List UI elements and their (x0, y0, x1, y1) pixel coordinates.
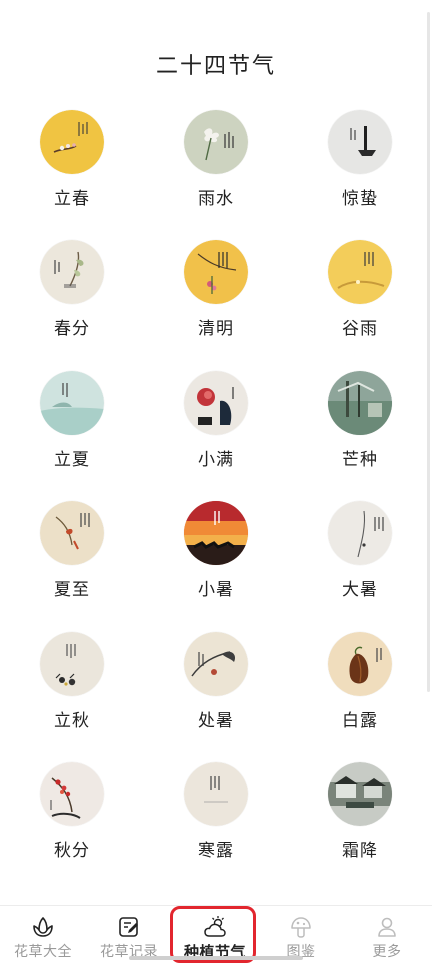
xiaoman-painting-icon (184, 371, 248, 435)
weather-cloud-icon (204, 916, 226, 937)
lixia-painting-icon (40, 371, 104, 435)
solar-term-label: 立夏 (54, 450, 90, 470)
shuangjiang-painting-icon (328, 762, 392, 826)
solar-term-label: 小满 (198, 450, 234, 470)
mushroom-icon (291, 917, 311, 938)
solar-term-label: 小暑 (198, 580, 234, 600)
guyu-painting-icon (328, 240, 392, 304)
solar-term-label: 寒露 (198, 841, 234, 861)
hanlu-painting-icon (184, 762, 248, 826)
lichun-painting-icon (40, 110, 104, 174)
solar-term-label: 芒种 (342, 450, 378, 470)
solar-term-item[interactable]: 寒露 (144, 762, 288, 893)
solar-term-label: 白露 (342, 711, 378, 731)
app-screen: 二十四节气 立春 雨水 惊蛰春分 清明 谷雨立夏 小满 芒种夏至 小暑 大暑立秋 处暑 白露秋分 寒露… (0, 0, 432, 964)
lixia-painting-icon (40, 371, 104, 435)
home-indicator[interactable] (129, 956, 303, 960)
dashu-painting-icon (328, 501, 392, 565)
chunfen-painting-icon (40, 240, 104, 304)
solar-term-item[interactable]: 霜降 (288, 762, 432, 893)
nav-label: 更多 (372, 944, 402, 960)
solar-term-item[interactable]: 清明 (144, 240, 288, 371)
solar-term-label: 春分 (54, 319, 90, 339)
solar-term-item[interactable]: 白露 (288, 632, 432, 763)
solar-term-item[interactable]: 谷雨 (288, 240, 432, 371)
dashu-painting-icon (328, 501, 392, 565)
hanlu-painting-icon (184, 762, 248, 826)
solar-term-label: 处暑 (198, 711, 234, 731)
solar-term-label: 霜降 (342, 841, 378, 861)
solar-term-label: 立春 (54, 189, 90, 209)
yushui-painting-icon (184, 110, 248, 174)
nav-item-more[interactable]: 更多 (344, 906, 430, 964)
lichun-painting-icon (40, 110, 104, 174)
liqiu-painting-icon (40, 632, 104, 696)
xiazhi-painting-icon (40, 501, 104, 565)
bailu-painting-icon (328, 632, 392, 696)
mangzhong-painting-icon (328, 371, 392, 435)
xiazhi-painting-icon (40, 501, 104, 565)
qingming-painting-icon (184, 240, 248, 304)
bailu-painting-icon (328, 632, 392, 696)
user-icon (378, 917, 396, 937)
solar-term-item[interactable]: 立夏 (0, 371, 144, 502)
nav-item-flower-encyclopedia[interactable]: 花草大全 (0, 906, 86, 964)
jingzhe-painting-icon (328, 110, 392, 174)
solar-term-item[interactable]: 处暑 (144, 632, 288, 763)
page-title: 二十四节气 (155, 54, 276, 79)
note-edit-icon (119, 917, 138, 937)
flower-icon (33, 917, 53, 937)
qiufen-painting-icon (40, 762, 104, 826)
jingzhe-painting-icon (328, 110, 392, 174)
solar-term-label: 夏至 (54, 580, 90, 600)
xiaoman-painting-icon (184, 371, 248, 435)
solar-term-item[interactable]: 芒种 (288, 371, 432, 502)
solar-term-label: 立秋 (54, 711, 90, 731)
solar-term-label: 惊蛰 (342, 189, 378, 209)
chunfen-painting-icon (40, 240, 104, 304)
xiaoshu-painting-icon (184, 501, 248, 565)
solar-term-item[interactable]: 秋分 (0, 762, 144, 893)
chushu-painting-icon (184, 632, 248, 696)
chushu-painting-icon (184, 632, 248, 696)
qingming-painting-icon (184, 240, 248, 304)
solar-term-item[interactable]: 惊蛰 (288, 110, 432, 241)
nav-label: 花草大全 (14, 944, 72, 960)
xiaoshu-painting-icon (184, 501, 248, 565)
solar-term-item[interactable]: 小暑 (144, 501, 288, 632)
solar-term-item[interactable]: 立秋 (0, 632, 144, 763)
solar-term-item[interactable]: 小满 (144, 371, 288, 502)
solar-term-label: 雨水 (198, 189, 234, 209)
solar-term-item[interactable]: 夏至 (0, 501, 144, 632)
yushui-painting-icon (184, 110, 248, 174)
solar-term-label: 谷雨 (342, 319, 378, 339)
guyu-painting-icon (328, 240, 392, 304)
solar-term-item[interactable]: 雨水 (144, 110, 288, 241)
solar-term-label: 清明 (198, 319, 234, 339)
solar-term-item[interactable]: 春分 (0, 240, 144, 371)
solar-term-item[interactable]: 大暑 (288, 501, 432, 632)
shuangjiang-painting-icon (328, 762, 392, 826)
solar-term-label: 秋分 (54, 841, 90, 861)
solar-term-label: 大暑 (342, 580, 378, 600)
qiufen-painting-icon (40, 762, 104, 826)
liqiu-painting-icon (40, 632, 104, 696)
mangzhong-painting-icon (328, 371, 392, 435)
solar-term-item[interactable]: 立春 (0, 110, 144, 241)
